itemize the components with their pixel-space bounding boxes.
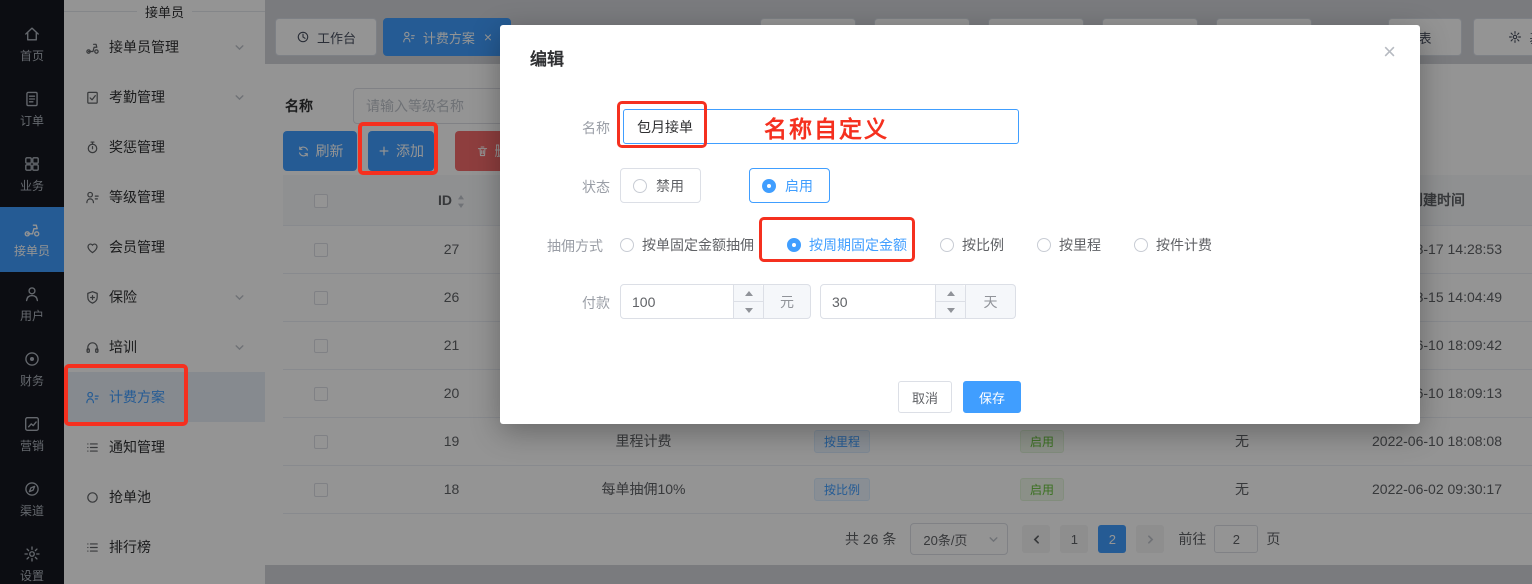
amount-unit: 元 bbox=[764, 284, 811, 319]
commission-label: 抽佣方式 bbox=[518, 236, 603, 256]
stepper-controls bbox=[733, 285, 763, 318]
status-label: 状态 bbox=[525, 177, 610, 197]
close-icon[interactable]: × bbox=[1383, 39, 1396, 65]
radio-fixed-per-order[interactable]: 按单固定金额抽佣 bbox=[620, 235, 754, 255]
plan-name-input[interactable]: 包月接单 bbox=[623, 109, 1019, 144]
amount-value: 100 bbox=[632, 294, 655, 310]
period-stepper[interactable]: 30 bbox=[820, 284, 966, 319]
period-unit: 天 bbox=[966, 284, 1016, 319]
edit-dialog: 编辑 × 名称 包月接单 状态 禁用 启用 抽佣方式 按单固定金额抽佣 按周期固… bbox=[500, 25, 1420, 424]
radio-icon bbox=[762, 179, 776, 193]
radio-status-enabled[interactable]: 启用 bbox=[749, 168, 830, 203]
app-screen: 首页 订单 业务 接单员 用户 财务 营销 渠道 bbox=[0, 0, 1532, 584]
caret-down-icon bbox=[947, 308, 955, 313]
radio-icon bbox=[620, 238, 634, 252]
step-up-button[interactable] bbox=[936, 285, 965, 302]
radio-by-mileage[interactable]: 按里程 bbox=[1037, 235, 1101, 255]
radio-icon bbox=[787, 238, 801, 252]
radio-icon bbox=[633, 179, 647, 193]
dialog-title: 编辑 bbox=[530, 45, 564, 70]
commission-options: 按单固定金额抽佣 按周期固定金额 按比例 按里程 按件计费 bbox=[620, 235, 1212, 255]
period-value: 30 bbox=[832, 294, 848, 310]
stepper-controls bbox=[935, 285, 965, 318]
radio-by-piece[interactable]: 按件计费 bbox=[1134, 235, 1212, 255]
step-down-button[interactable] bbox=[936, 302, 965, 318]
radio-icon bbox=[1037, 238, 1051, 252]
plan-name-value: 包月接单 bbox=[637, 117, 693, 137]
radio-icon bbox=[1134, 238, 1148, 252]
step-up-button[interactable] bbox=[734, 285, 763, 302]
radio-icon bbox=[940, 238, 954, 252]
radio-by-ratio[interactable]: 按比例 bbox=[940, 235, 1004, 255]
payment-label: 付款 bbox=[525, 293, 610, 313]
save-button[interactable]: 保存 bbox=[963, 381, 1021, 413]
caret-down-icon bbox=[745, 308, 753, 313]
radio-status-disabled[interactable]: 禁用 bbox=[620, 168, 701, 203]
caret-up-icon bbox=[745, 291, 753, 296]
caret-up-icon bbox=[947, 291, 955, 296]
step-down-button[interactable] bbox=[734, 302, 763, 318]
amount-stepper[interactable]: 100 bbox=[620, 284, 764, 319]
cancel-button[interactable]: 取消 bbox=[898, 381, 952, 413]
name-label: 名称 bbox=[525, 118, 610, 138]
radio-fixed-per-period[interactable]: 按周期固定金额 bbox=[787, 235, 907, 255]
